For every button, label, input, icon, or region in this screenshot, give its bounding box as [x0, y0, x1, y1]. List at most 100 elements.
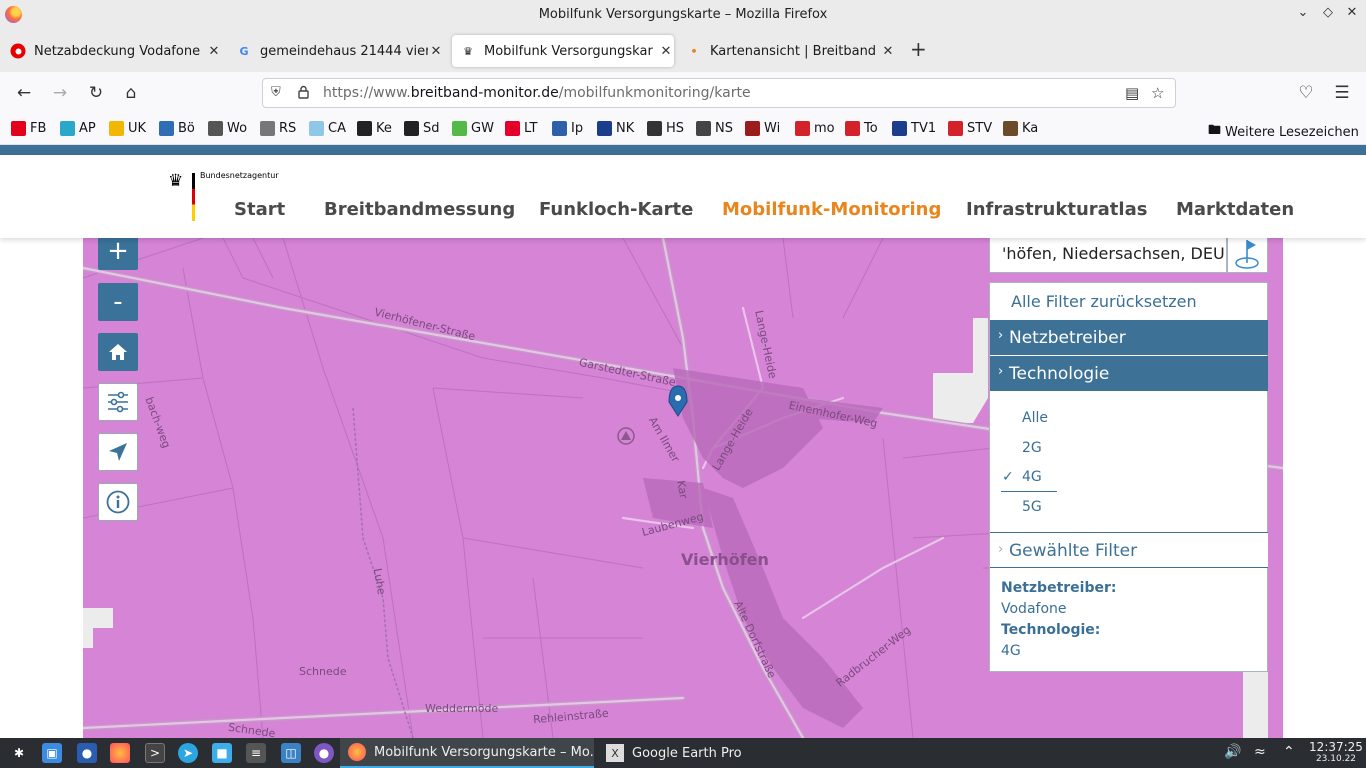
chevron-right-icon: › — [998, 328, 1004, 343]
bookmark-icon — [597, 121, 612, 136]
maximize-button[interactable]: ◇ — [1319, 5, 1337, 20]
bookmark-uk[interactable]: UK — [109, 121, 146, 136]
url-text[interactable]: https://www.breitband-monitor.de/mobilfu… — [323, 85, 751, 101]
flag-bar — [192, 173, 195, 221]
close-tab-icon[interactable]: ✕ — [658, 44, 674, 59]
info-button[interactable] — [98, 483, 138, 521]
locate-me-button[interactable] — [98, 433, 138, 471]
netzbetreiber-accordion[interactable]: › Netzbetreiber — [990, 320, 1268, 355]
nav-marktdaten[interactable]: Marktdaten — [1176, 199, 1294, 220]
bookmark-to[interactable]: To — [845, 121, 878, 136]
bookmark-wo[interactable]: Wo — [208, 121, 247, 136]
nav-funkloch-karte[interactable]: Funkloch-Karte — [539, 199, 693, 220]
store-icon[interactable]: ◫ — [281, 743, 301, 763]
back-button[interactable]: ← — [13, 82, 35, 104]
close-tab-icon[interactable]: ✕ — [880, 44, 896, 59]
home-button[interactable]: ⌂ — [120, 82, 142, 104]
other-bookmarks[interactable]: 🖿 Weitere Lesezeichen — [1208, 121, 1359, 143]
bookmark-icon — [552, 121, 567, 136]
reader-view-icon[interactable]: ▤ — [1125, 84, 1139, 102]
bookmark-ip[interactable]: Ip — [552, 121, 583, 136]
navigation-arrow-icon — [109, 443, 127, 461]
bookmark-icon — [60, 121, 75, 136]
nav-start[interactable]: Start — [234, 199, 285, 220]
task-google-earth[interactable]: X Google Earth Pro — [598, 738, 850, 768]
close-window-button[interactable]: ✕ — [1343, 5, 1361, 20]
tab-mobilfunk-versorgungskarte[interactable]: ♛ Mobilfunk Versorgungskar ✕ — [452, 35, 674, 67]
option-alle[interactable]: Alle — [1022, 410, 1048, 426]
menu-icon[interactable]: ☰ — [1331, 82, 1353, 104]
wifi-icon[interactable]: ≈ — [1254, 744, 1266, 760]
tab-netzabdeckung-vodafone[interactable]: Netzabdeckung Vodafone ✕ — [2, 35, 222, 67]
tab-kartenansicht-breitband[interactable]: • Kartenansicht | Breitband ✕ — [678, 35, 896, 67]
tab-label: Kartenansicht | Breitband — [710, 43, 877, 59]
chevron-right-icon: › — [998, 364, 1004, 379]
bookmark-mo[interactable]: mo — [795, 121, 835, 136]
bookmark-icon — [892, 121, 907, 136]
terminal-icon[interactable]: > — [145, 743, 165, 763]
pocket-icon[interactable]: ♡ — [1295, 82, 1317, 104]
app-launcher-icon[interactable]: ✱ — [9, 743, 29, 763]
bookmark-star-icon[interactable]: ☆ — [1151, 84, 1164, 102]
summary-technologie-value: 4G — [1001, 643, 1021, 659]
bookmark-stv[interactable]: STV — [948, 121, 992, 136]
vault-icon[interactable]: ● — [77, 743, 97, 763]
app-icon[interactable]: ● — [314, 743, 334, 763]
volume-icon[interactable]: 🔊 — [1224, 744, 1241, 760]
info-icon — [106, 490, 130, 514]
reload-button[interactable]: ↻ — [85, 82, 107, 104]
tray-expand-icon[interactable]: ⌃ — [1283, 744, 1295, 760]
tab-gemeindehaus[interactable]: G gemeindehaus 21444 vierh ✕ — [228, 35, 444, 67]
checkmark-icon: ✓ — [1002, 469, 1014, 485]
forward-button[interactable]: → — [49, 82, 71, 104]
search-location-button[interactable] — [1227, 233, 1268, 273]
bookmark-ke[interactable]: Ke — [357, 121, 392, 136]
bookmark-ca[interactable]: CA — [309, 121, 346, 136]
minimize-button[interactable]: ⌄ — [1294, 5, 1312, 20]
bookmark-lt[interactable]: LT — [505, 121, 537, 136]
nav-infrastrukturatlas[interactable]: Infrastrukturatlas — [966, 199, 1147, 220]
bookmark-icon — [845, 121, 860, 136]
bookmark-rs[interactable]: RS — [260, 121, 296, 136]
bookmark-ap[interactable]: AP — [60, 121, 96, 136]
url-bar[interactable]: ⛨ https://www.breitband-monitor.de/mobil… — [262, 78, 1176, 108]
bookmark-fb[interactable]: FB — [11, 121, 46, 136]
bookmark-bo[interactable]: Bö — [159, 121, 195, 136]
file-manager-icon[interactable]: ▣ — [42, 743, 62, 763]
bookmark-ns[interactable]: NS — [696, 121, 733, 136]
nav-mobilfunk-monitoring[interactable]: Mobilfunk-Monitoring — [722, 199, 941, 220]
home-view-button[interactable] — [98, 333, 138, 371]
tab-label: Netzabdeckung Vodafone — [34, 43, 201, 59]
breitband-icon: • — [690, 44, 698, 58]
bookmark-icon — [452, 121, 467, 136]
system-settings-icon[interactable]: ≡ — [246, 743, 266, 763]
close-tab-icon[interactable]: ✕ — [206, 44, 222, 59]
task-firefox[interactable]: Mobilfunk Versorgungskarte – Mo... — [340, 738, 594, 768]
new-tab-button[interactable]: + — [910, 37, 927, 61]
bookmark-sd[interactable]: Sd — [404, 121, 440, 136]
lock-icon[interactable] — [298, 85, 309, 99]
zoom-out-button[interactable]: - — [98, 283, 138, 321]
bookmark-ka[interactable]: Ka — [1003, 121, 1038, 136]
close-tab-icon[interactable]: ✕ — [428, 44, 444, 59]
option-4g[interactable]: 4G — [1022, 469, 1042, 485]
option-5g[interactable]: 5G — [1022, 499, 1042, 515]
clock[interactable]: 12:37:25 23.10.22 — [1308, 741, 1364, 765]
bookmark-wi[interactable]: Wi — [745, 121, 780, 136]
folder-icon[interactable]: ■ — [212, 743, 232, 763]
technologie-accordion[interactable]: › Technologie — [990, 356, 1268, 391]
bookmark-tv1[interactable]: TV1 — [892, 121, 936, 136]
filter-settings-button[interactable] — [98, 383, 138, 421]
telegram-icon[interactable]: ➤ — [178, 743, 198, 763]
option-2g[interactable]: 2G — [1022, 440, 1042, 456]
location-search-input[interactable]: 'höfen, Niedersachsen, DEU — [989, 233, 1227, 273]
bookmark-nk[interactable]: NK — [597, 121, 634, 136]
bookmark-hs[interactable]: HS — [647, 121, 684, 136]
town-label: Vierhöfen — [681, 550, 769, 569]
firefox-taskbar-icon[interactable] — [110, 743, 130, 763]
reset-filters-link[interactable]: Alle Filter zurücksetzen — [1011, 292, 1197, 311]
bookmark-gw[interactable]: GW — [452, 121, 494, 136]
nav-breitbandmessung[interactable]: Breitbandmessung — [324, 199, 515, 220]
gewaehlte-filter-accordion[interactable]: › Gewählte Filter — [990, 532, 1268, 568]
tracking-shield-icon[interactable]: ⛨ — [271, 85, 281, 100]
